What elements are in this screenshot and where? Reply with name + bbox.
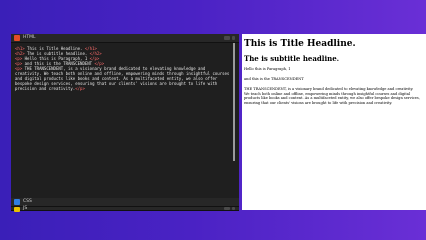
- preview-content: This is Title Headline. The is subtitle …: [244, 38, 420, 105]
- collapse-icon[interactable]: [232, 207, 235, 210]
- html-badge-icon: [14, 35, 20, 41]
- preview-title: This is Title Headline.: [244, 39, 356, 49]
- preview-pane: This is Title Headline. The is subtitle …: [242, 34, 426, 210]
- preview-paragraph-1: Hello this is Paragraph, 1: [244, 67, 291, 71]
- js-panel-title: JS: [23, 206, 28, 211]
- js-panel-header[interactable]: JS: [11, 206, 239, 212]
- js-panel-controls: [224, 207, 235, 211]
- preview-paragraph-2: and this is the TRANSCENDENT: [244, 76, 304, 81]
- html-panel-controls: [224, 36, 235, 40]
- html-code-editor[interactable]: <h1> This is Title Headline. </h1> <h2> …: [15, 46, 233, 91]
- css-badge-icon: [14, 199, 20, 205]
- code-line: <p> THE TRANSCENDENT, is a visionary bra…: [15, 66, 233, 91]
- preview-subtitle: The is subtitle headline.: [244, 54, 340, 63]
- code-text: THE TRANSCENDENT, is a visionary brand d…: [15, 66, 230, 91]
- settings-icon[interactable]: [224, 207, 230, 210]
- editor-column: HTML <h1> This is Title Headline. </h1> …: [11, 34, 239, 212]
- css-panel-header[interactable]: CSS: [11, 198, 239, 207]
- settings-icon[interactable]: [224, 36, 230, 40]
- preview-paragraph-3: THE TRANSCENDENT, is a visionary brand d…: [244, 87, 420, 105]
- html-panel-title: HTML: [23, 35, 36, 40]
- html-panel-header[interactable]: HTML: [11, 34, 239, 43]
- editor-scrollbar[interactable]: [233, 43, 235, 161]
- js-badge-icon: [14, 207, 20, 212]
- css-panel-title: CSS: [23, 199, 32, 204]
- tag-close: </p>: [75, 86, 85, 91]
- collapse-icon[interactable]: [232, 36, 235, 40]
